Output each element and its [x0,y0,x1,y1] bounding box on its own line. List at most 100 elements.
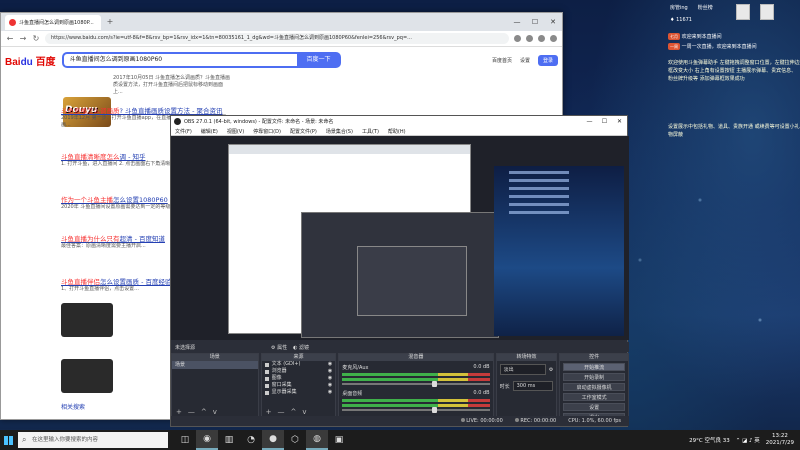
obs-preview[interactable] [171,136,629,340]
track-db: 0.0 dB [473,364,490,370]
baidu-logo-accent: du [20,56,33,68]
source-item[interactable]: 窗口采集 ◉ [262,382,336,389]
douyu-assistant-icon[interactable]: ◍ [306,430,328,450]
result-title[interactable]: 斗鱼直播怎么调画质? 斗鱼直播画质设置方法 - 聚合资讯 [61,105,231,115]
obs-window[interactable]: OBS 27.0.1 (64-bit, windows) - 配置文件: 未命名… [170,115,629,427]
source-item[interactable]: 浏览器 ◉ [262,368,336,375]
menu-view[interactable]: 视图(V) [227,128,244,135]
chrome-icon[interactable]: ◔ [240,430,262,450]
url-input[interactable]: https://www.baidu.com/s?ie=utf-8&f=8&rsv… [45,33,509,44]
taskbar-search-input[interactable]: 在这里输入你要搜索的内容 [18,432,168,448]
settings-button[interactable]: 设置 [563,403,625,411]
baidu-logo-suffix: 百度 [35,56,56,68]
visibility-eye-icon[interactable]: ◉ [328,389,332,396]
scenes-dock-footer: + — ^ v [172,408,258,416]
remove-scene-button[interactable]: — [188,408,195,416]
edge-browser-icon[interactable]: ◉ [196,430,218,450]
move-up-button[interactable]: ^ [290,408,296,416]
volume-meter [342,404,490,407]
remove-source-button[interactable]: — [277,408,284,416]
menu-edit[interactable]: 编辑(E) [201,128,218,135]
tray-icons[interactable]: ⌃ ◪ ♪ 英 [736,436,760,444]
collections-icon[interactable] [526,35,533,42]
transition-select[interactable]: 淡出 [499,364,546,375]
text-source-icon [264,362,269,367]
favorites-icon[interactable] [514,35,521,42]
file-explorer-icon[interactable]: ▥ [218,430,240,450]
filters-button[interactable]: ◐ 滤镜 [293,344,309,351]
volume-slider[interactable] [342,407,490,413]
visibility-eye-icon[interactable]: ◉ [328,361,332,368]
source-item[interactable]: 显示器采集 ◉ [262,389,336,396]
baidu-home-link[interactable]: 百度首页 [492,57,512,64]
close-button[interactable]: ✕ [612,118,627,125]
menu-scene-collection[interactable]: 场景集合(S) [326,128,353,135]
maximize-button[interactable]: ☐ [597,118,612,125]
properties-button[interactable]: ⚙ 属性 [271,344,287,351]
start-recording-button[interactable]: 开始录制 [563,373,625,381]
new-tab-button[interactable]: + [105,17,115,27]
related-searches[interactable]: 相关搜索 [61,402,85,411]
move-up-button[interactable]: ^ [201,408,207,416]
controls-dock: 控件 开始推流 开始录制 启动虚拟摄像机 工作室模式 设置 退出 [559,353,629,421]
menu-docks[interactable]: 停靠窗口(D) [253,128,281,135]
obs-taskbar-icon[interactable]: ● [262,430,284,450]
fan-badge: 一周 [668,43,680,50]
clock[interactable]: 13:22 2021/7/29 [766,433,794,447]
clock-date: 2021/7/29 [765,440,794,446]
move-down-button[interactable]: v [302,408,306,416]
start-streaming-button[interactable]: 开始推流 [563,363,625,371]
add-source-button[interactable]: + [266,408,272,416]
weather-widget[interactable]: 29°C 空气良 33 [689,436,730,444]
back-icon[interactable]: ← [6,34,14,43]
baidu-search-button[interactable]: 百度一下 [296,52,341,68]
more-icon[interactable] [550,35,557,42]
menu-tools[interactable]: 工具(T) [362,128,379,135]
virtual-camera-button[interactable]: 启动虚拟摄像机 [563,383,625,391]
minimize-button[interactable]: — [508,18,526,26]
search-result[interactable]: 2017年10月05日 斗鱼直播怎么调画质？斗鱼直播画质设置方法，打开斗鱼直播间… [113,75,231,96]
result-thumbnail[interactable] [61,303,113,337]
result-title-text: ? 斗鱼直播画质设置方法 - 聚合资讯 [119,107,223,115]
menu-profile[interactable]: 配置文件(P) [290,128,317,135]
result-thumbnail[interactable] [61,359,113,393]
move-down-button[interactable]: v [213,408,217,416]
preview-obs-recursion-inner [357,246,467,316]
refresh-icon[interactable]: ↻ [32,34,40,43]
menu-file[interactable]: 文件(F) [175,128,192,135]
profile-icon[interactable] [538,35,545,42]
baidu-search-input[interactable]: 斗鱼直播间怎么调到原画1080P60 [61,52,297,68]
desktop-file-icon[interactable] [736,4,750,20]
baidu-settings-link[interactable]: 设置 [520,57,530,64]
minimize-button[interactable]: — [582,118,597,125]
visibility-eye-icon[interactable]: ◉ [328,375,332,382]
preview-chat-overlay [509,171,569,261]
steam-icon[interactable]: ⬡ [284,430,306,450]
visibility-eye-icon[interactable]: ◉ [328,382,332,389]
source-item[interactable]: 文本 (GDI+) ◉ [262,361,336,368]
desktop-file-icon[interactable] [760,4,774,20]
transition-settings-icon[interactable]: ⚙ [549,367,553,373]
add-scene-button[interactable]: + [176,408,182,416]
baidu-logo[interactable]: Baidu 百度 [5,53,56,68]
app-icon[interactable]: ▣ [328,430,350,450]
volume-slider[interactable] [342,381,490,387]
desktop: 斗鱼直播间怎么调到原画1080P... + — ☐ ✕ ← → ↻ https:… [0,0,800,450]
browser-tab[interactable]: 斗鱼直播间怎么调到原画1080P... [5,14,101,30]
login-button[interactable]: 登录 [537,54,558,66]
room-admin-tab[interactable]: 房管ing [670,4,688,11]
duration-input[interactable]: 300 ms [512,381,554,391]
task-view-icon[interactable]: ◫ [174,430,196,450]
forward-icon[interactable]: → [19,34,27,43]
close-button[interactable]: ✕ [544,18,562,26]
scene-item[interactable]: 场景 [172,361,258,369]
visibility-eye-icon[interactable]: ◉ [328,368,332,375]
fan-rank-tab[interactable]: 粉丝榜 [698,4,713,11]
studio-mode-button[interactable]: 工作室模式 [563,393,625,401]
maximize-button[interactable]: ☐ [526,18,544,26]
start-button[interactable] [0,430,16,450]
source-item[interactable]: 图像 ◉ [262,375,336,382]
danmaku-overlay[interactable]: 房管ing 粉丝榜 ♦ 11671 七月 欢迎来到本直播间 一周 一周一次直播，… [668,0,800,430]
menu-help[interactable]: 帮助(H) [388,128,406,135]
obs-docks: 场景 场景 + — ^ v 来源 文本 (GDI+) ◉ 浏览器 ◉ 图像 ◉ 窗口采… [171,353,629,421]
